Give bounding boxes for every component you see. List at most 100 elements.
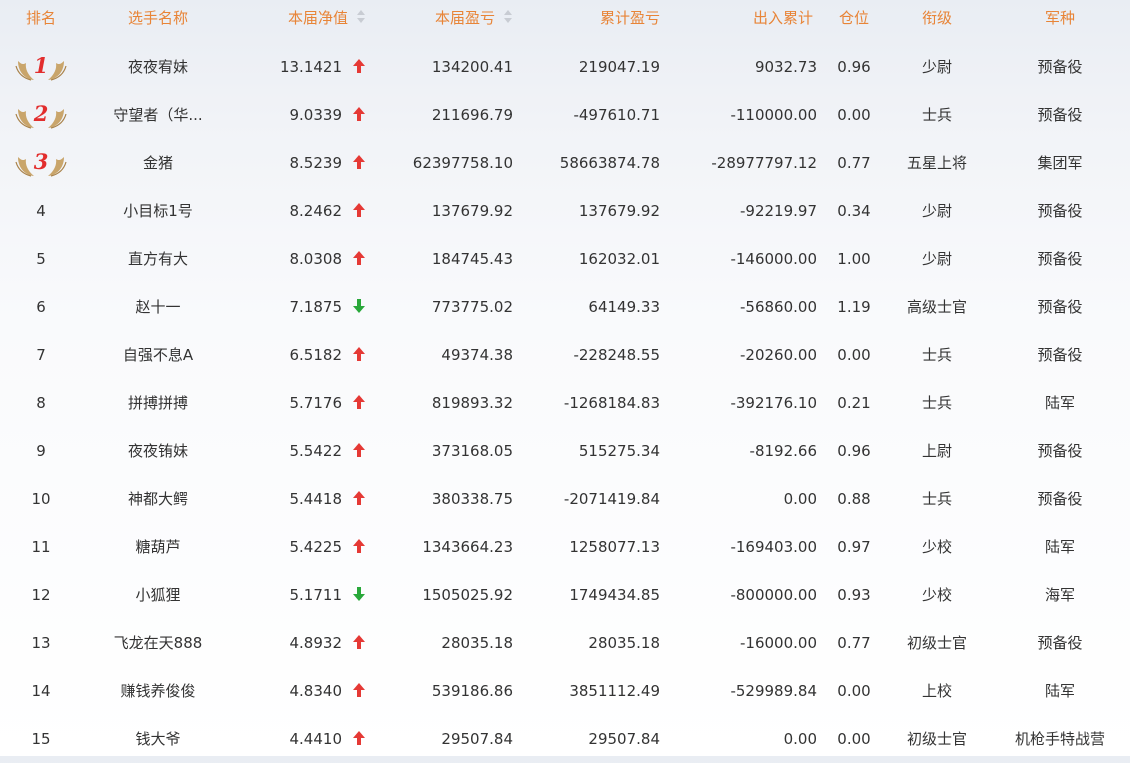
sort-icon[interactable] — [356, 10, 366, 24]
medal-rank-number: 3 — [33, 148, 49, 174]
rank-cell: 1 — [0, 43, 82, 91]
table-row[interactable]: 3 金猪 8.5239 62397758.10 58663874.78 -28977797… — [0, 139, 1130, 187]
military-grade: 初级士官 — [906, 634, 967, 652]
army-type: 预备役 — [1037, 442, 1083, 460]
player-name[interactable]: 飞龙在天888 — [90, 619, 226, 667]
trend-indicator — [348, 91, 370, 139]
current-pnl: 773775.02 — [431, 298, 513, 316]
rank-number: 8 — [36, 394, 46, 412]
current-pnl: 134200.41 — [431, 58, 513, 76]
up-arrow-icon — [353, 155, 365, 169]
io-total: -20260.00 — [740, 346, 817, 364]
sort-icon[interactable] — [503, 10, 513, 24]
header-grade-label: 衔级 — [921, 9, 952, 27]
header-io-total-label: 出入累计 — [752, 9, 813, 27]
io-total: -28977797.12 — [711, 154, 817, 172]
table-row[interactable]: 14 赚钱养俊俊 4.8340 539186.86 3851112.49 -529989.… — [0, 667, 1130, 715]
player-name[interactable]: 小狐狸 — [90, 571, 226, 619]
player-name[interactable]: 守望者（华... — [90, 91, 226, 139]
table-row[interactable]: 4 小目标1号 8.2462 137679.92 137679.92 -92219.97 0… — [0, 187, 1130, 235]
table-row[interactable]: 2 守望者（华... 9.0339 211696.79 -497610.71 -11000… — [0, 91, 1130, 139]
player-name[interactable]: 赚钱养俊俊 — [90, 667, 226, 715]
up-arrow-icon — [353, 635, 365, 649]
player-name[interactable]: 拼搏拼搏 — [90, 379, 226, 427]
io-total: 9032.73 — [754, 58, 817, 76]
army-type: 陆军 — [1044, 682, 1075, 700]
leaderboard-table: 排名 选手名称 本届净值 本届盈亏 累计盈亏 出入累计 仓位 衔级 军种 1 夜夜… — [0, 0, 1130, 756]
table-row[interactable]: 11 糖葫芦 5.4225 1343664.23 1258077.13 -169403.0… — [0, 523, 1130, 571]
rank-cell: 5 — [0, 235, 82, 283]
header-total-pnl[interactable]: 累计盈亏 — [520, 0, 660, 42]
military-grade: 高级士官 — [906, 298, 967, 316]
current-pnl: 1505025.92 — [422, 586, 513, 604]
table-row[interactable]: 5 直方有大 8.0308 184745.43 162032.01 -146000.00 1… — [0, 235, 1130, 283]
table-row[interactable]: 6 赵十一 7.1875 773775.02 64149.33 -56860.00 1.19… — [0, 283, 1130, 331]
player-name[interactable]: 金猪 — [90, 139, 226, 187]
player-name[interactable]: 直方有大 — [90, 235, 226, 283]
rank-cell: 14 — [0, 667, 82, 715]
trend-indicator — [348, 139, 370, 187]
header-rank[interactable]: 排名 — [0, 0, 82, 42]
rank-number: 14 — [31, 682, 51, 700]
military-grade: 少尉 — [921, 250, 952, 268]
header-cur-pnl[interactable]: 本届盈亏 — [380, 0, 513, 42]
position-ratio: 0.96 — [837, 442, 871, 460]
total-pnl: 219047.19 — [578, 58, 660, 76]
up-arrow-icon — [353, 251, 365, 265]
army-type: 预备役 — [1037, 346, 1083, 364]
trend-indicator — [348, 523, 370, 571]
header-total-pnl-label: 累计盈亏 — [599, 9, 660, 27]
table-row[interactable]: 7 自强不息A 6.5182 49374.38 -228248.55 -20260.00 0… — [0, 331, 1130, 379]
net-value: 7.1875 — [289, 298, 343, 316]
up-arrow-icon — [353, 203, 365, 217]
header-name-label: 选手名称 — [127, 9, 188, 27]
military-grade: 士兵 — [921, 346, 952, 364]
up-arrow-icon — [353, 59, 365, 73]
player-name[interactable]: 自强不息A — [90, 331, 226, 379]
position-ratio: 0.21 — [837, 394, 871, 412]
rank-cell: 2 — [0, 91, 82, 139]
current-pnl: 137679.92 — [431, 202, 513, 220]
table-row[interactable]: 1 夜夜宥妹 13.1421 134200.41 219047.19 9032.73 0.9… — [0, 43, 1130, 91]
trend-indicator — [348, 571, 370, 619]
net-value: 5.4418 — [289, 490, 343, 508]
table-row[interactable]: 13 飞龙在天888 4.8932 28035.18 28035.18 -16000.00… — [0, 619, 1130, 667]
table-row[interactable]: 9 夜夜铕妹 5.5422 373168.05 515275.34 -8192.66 0.9… — [0, 427, 1130, 475]
header-io-total[interactable]: 出入累计 — [665, 0, 813, 42]
header-name[interactable]: 选手名称 — [90, 0, 226, 42]
up-arrow-icon — [353, 683, 365, 697]
table-header: 排名 选手名称 本届净值 本届盈亏 累计盈亏 出入累计 仓位 衔级 军种 — [0, 0, 1130, 42]
player-name[interactable]: 小目标1号 — [90, 187, 226, 235]
header-army[interactable]: 军种 — [995, 0, 1125, 42]
total-pnl: 58663874.78 — [559, 154, 660, 172]
trend-indicator — [348, 235, 370, 283]
header-grade[interactable]: 衔级 — [885, 0, 989, 42]
army-type: 预备役 — [1037, 634, 1083, 652]
position-ratio: 0.00 — [837, 346, 871, 364]
player-name[interactable]: 夜夜宥妹 — [90, 43, 226, 91]
current-pnl: 539186.86 — [431, 682, 513, 700]
rank-number: 11 — [31, 538, 51, 556]
table-row[interactable]: 8 拼搏拼搏 5.7176 819893.32 -1268184.83 -392176.1… — [0, 379, 1130, 427]
io-total: -392176.10 — [730, 394, 817, 412]
rank-cell: 11 — [0, 523, 82, 571]
army-type: 陆军 — [1044, 394, 1075, 412]
army-type: 陆军 — [1044, 538, 1075, 556]
military-grade: 上校 — [921, 682, 952, 700]
down-arrow-icon — [353, 299, 365, 313]
io-total: -56860.00 — [740, 298, 817, 316]
player-name[interactable]: 夜夜铕妹 — [90, 427, 226, 475]
player-name[interactable]: 神都大鳄 — [90, 475, 226, 523]
trend-indicator — [348, 283, 370, 331]
total-pnl: -2071419.84 — [563, 490, 660, 508]
header-position[interactable]: 仓位 — [830, 0, 878, 42]
player-name[interactable]: 赵十一 — [90, 283, 226, 331]
table-row[interactable]: 10 神都大鳄 5.4418 380338.75 -2071419.84 0.00 0.88… — [0, 475, 1130, 523]
player-name[interactable]: 糖葫芦 — [90, 523, 226, 571]
rank-cell: 3 — [0, 139, 82, 187]
table-row[interactable]: 12 小狐狸 5.1711 1505025.92 1749434.85 -800000.0… — [0, 571, 1130, 619]
header-nav-label: 本届净值 — [287, 9, 348, 27]
net-value: 13.1421 — [279, 58, 342, 76]
header-nav[interactable]: 本届净值 — [232, 0, 366, 42]
rank-cell: 13 — [0, 619, 82, 667]
